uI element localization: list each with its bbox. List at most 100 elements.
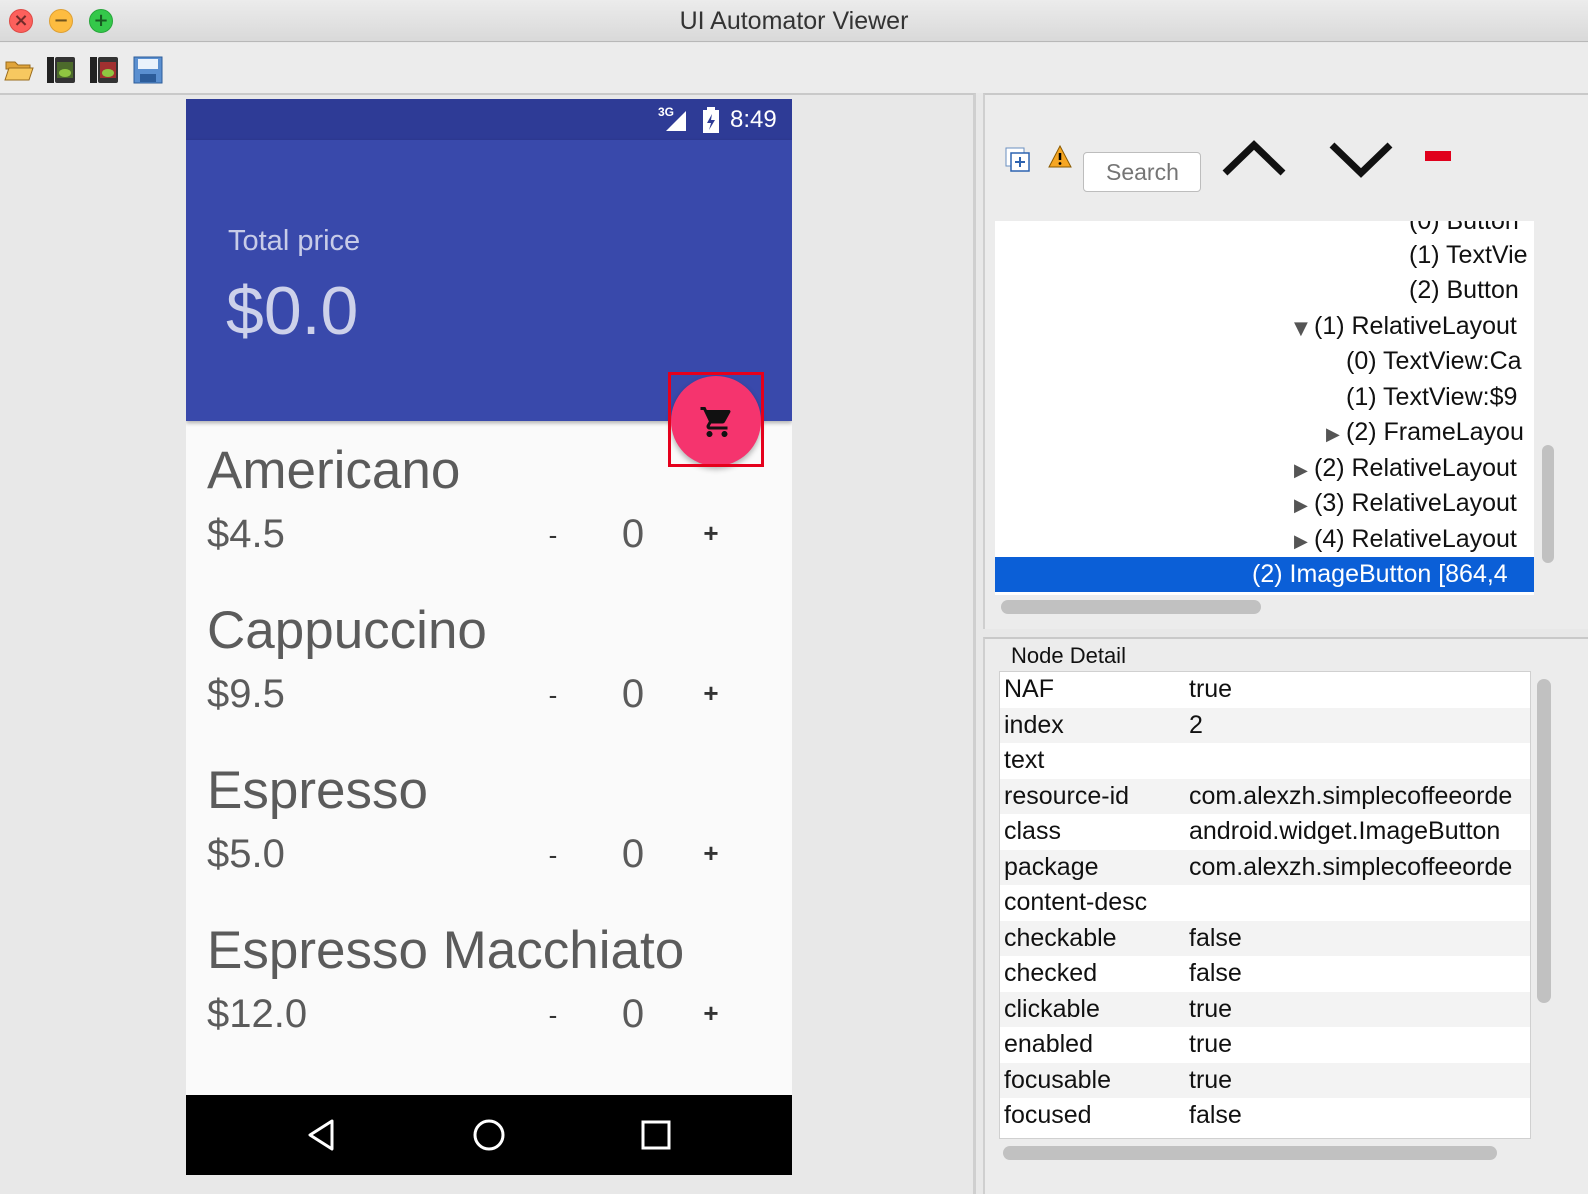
detail-row[interactable]: NAF true <box>1000 672 1530 708</box>
detail-value: false <box>1189 923 1242 952</box>
detail-key: content-desc <box>1004 888 1148 916</box>
collapsed-arrow-icon[interactable]: ▶ <box>1326 417 1346 452</box>
detail-key: index <box>1004 710 1064 739</box>
collapse-minus-icon[interactable] <box>1425 151 1451 161</box>
back-icon[interactable] <box>304 1117 340 1153</box>
expand-all-icon[interactable] <box>1005 147 1031 173</box>
tree-node-label: (1) TextVie <box>1409 241 1528 269</box>
increase-button[interactable]: + <box>700 678 722 709</box>
warning-icon[interactable] <box>1048 145 1072 169</box>
hierarchy-panel: (0) Button (1) TextVie (2) Button ▼(1) R… <box>983 93 1588 629</box>
tree-node[interactable]: ▼ (1) RelativeLayout <box>995 309 1534 344</box>
coffee-price: $5.0 <box>207 832 285 876</box>
tree-node[interactable]: ▶ (2) RelativeLayout <box>995 451 1534 486</box>
search-input[interactable] <box>1083 152 1201 192</box>
detail-value: com.alexzh.simplecoffeeorde <box>1189 852 1513 881</box>
increase-button[interactable]: + <box>700 838 722 869</box>
detail-horizontal-scrollbar[interactable] <box>1003 1146 1497 1160</box>
detail-row[interactable]: focused false <box>1000 1098 1530 1134</box>
device-screen[interactable]: 3G 8:49 Total price $0.0 Americano $4.5 … <box>186 99 792 1175</box>
detail-row[interactable]: package com.alexzh.simplecoffeeorde <box>1000 849 1530 885</box>
device-screenshot-button[interactable] <box>46 56 76 84</box>
detail-key: class <box>1004 817 1061 845</box>
expanded-arrow-icon[interactable]: ▼ <box>1294 311 1314 346</box>
detail-row[interactable]: resource-id com.alexzh.simplecoffeeorde <box>1000 778 1530 814</box>
detail-row[interactable]: checked false <box>1000 956 1530 992</box>
tree-horizontal-scrollbar[interactable] <box>1001 600 1261 614</box>
folder-open-icon <box>4 61 34 81</box>
tree-node[interactable]: (2) Button <box>995 273 1534 308</box>
detail-value: false <box>1189 959 1242 987</box>
tree-node-label: (2) Button <box>1409 276 1519 304</box>
quantity-value: 0 <box>621 672 645 716</box>
detail-row[interactable]: clickable true <box>1000 991 1530 1027</box>
quantity-value: 0 <box>621 992 645 1036</box>
tree-node-label: (1) RelativeLayout <box>1314 312 1517 340</box>
tree-node[interactable]: ▶ (3) RelativeLayout <box>995 486 1534 521</box>
device-screenshot-compressed-button[interactable] <box>89 56 119 84</box>
android-device-compressed-icon <box>90 57 118 83</box>
detail-row[interactable]: text <box>1000 743 1530 779</box>
tree-node[interactable]: (1) TextView:$9 <box>995 380 1534 415</box>
tree-node[interactable]: (0) Button <box>995 221 1534 239</box>
coffee-price: $12.0 <box>207 992 308 1036</box>
node-detail-title: Node Detail <box>1011 643 1126 668</box>
status-time: 8:49 <box>730 106 777 133</box>
tree-node-label: (4) RelativeLayout <box>1314 525 1517 553</box>
collapsed-arrow-icon[interactable]: ▶ <box>1294 453 1314 488</box>
detail-row[interactable]: index 2 <box>1000 707 1530 743</box>
node-detail-table[interactable]: NAF true index 2 text resource-id com.alexz… <box>999 671 1531 1139</box>
detail-value: android.widget.ImageButton <box>1189 817 1501 845</box>
tree-node-label: (1) TextView:$9 <box>1346 383 1518 411</box>
window-title-bar: × − + UI Automator Viewer <box>0 0 1588 42</box>
tree-node[interactable]: ▶ (2) FrameLayou <box>995 415 1534 450</box>
detail-row[interactable]: enabled true <box>1000 1027 1530 1063</box>
detail-key: checked <box>1004 959 1098 987</box>
detail-value: true <box>1189 1030 1233 1058</box>
detail-key: resource-id <box>1004 781 1130 810</box>
quantity-value: 0 <box>621 832 645 876</box>
increase-button[interactable]: + <box>700 998 722 1029</box>
window-title: UI Automator Viewer <box>679 7 909 35</box>
collapsed-arrow-icon[interactable]: ▶ <box>1294 488 1314 523</box>
detail-key: text <box>1004 746 1045 774</box>
home-icon[interactable] <box>471 1117 507 1153</box>
total-price-label: Total price <box>228 225 361 257</box>
tree-node[interactable]: ▶ (4) RelativeLayout <box>995 522 1534 557</box>
decrease-button[interactable]: - <box>543 840 563 871</box>
coffee-price: $9.5 <box>207 672 285 716</box>
battery-icon <box>703 107 719 133</box>
open-folder-button[interactable] <box>4 56 34 84</box>
android-nav-bar <box>186 1095 792 1175</box>
android-device-icon <box>47 57 75 83</box>
tree-vertical-scrollbar[interactable] <box>1542 445 1554 563</box>
hierarchy-tree[interactable]: (0) Button (1) TextVie (2) Button ▼ (1) R… <box>995 221 1534 595</box>
increase-button[interactable]: + <box>700 518 722 549</box>
decrease-button[interactable]: - <box>543 1000 563 1031</box>
tree-node-label: (2) RelativeLayout <box>1314 454 1517 482</box>
detail-row[interactable]: content-desc <box>1000 885 1530 921</box>
save-icon <box>133 56 163 84</box>
decrease-button[interactable]: - <box>543 520 563 551</box>
detail-row[interactable]: class android.widget.ImageButton <box>1000 814 1530 850</box>
tree-node[interactable]: (0) TextView:Ca <box>995 344 1534 379</box>
tree-node-label: (2) ImageButton [864,4 <box>1252 560 1508 588</box>
save-button[interactable] <box>133 56 163 84</box>
detail-vertical-scrollbar[interactable] <box>1537 679 1551 1003</box>
coffee-name: Americano <box>207 441 461 500</box>
recent-apps-icon[interactable] <box>638 1117 674 1153</box>
tree-node-label: (0) Button <box>1409 221 1519 235</box>
tree-node-selected[interactable]: (2) ImageButton [864,4 <box>995 557 1534 592</box>
detail-value: 2 <box>1189 710 1203 739</box>
chevron-up-icon[interactable] <box>1221 139 1287 179</box>
detail-row[interactable]: checkable false <box>1000 920 1530 956</box>
collapsed-arrow-icon[interactable]: ▶ <box>1294 524 1314 559</box>
coffee-item-cappuccino: Cappuccino $9.5 - 0 + <box>186 600 792 760</box>
hierarchy-toolbar <box>985 95 1588 221</box>
decrease-button[interactable]: - <box>543 680 563 711</box>
tree-node[interactable]: (1) TextVie <box>995 238 1534 273</box>
detail-row[interactable]: focusable true <box>1000 1062 1530 1098</box>
tree-node-label: (0) TextView:Ca <box>1346 347 1522 375</box>
node-detail-panel: Node Detail NAF true index 2 text resource… <box>983 637 1588 1194</box>
chevron-down-icon[interactable] <box>1328 139 1394 179</box>
